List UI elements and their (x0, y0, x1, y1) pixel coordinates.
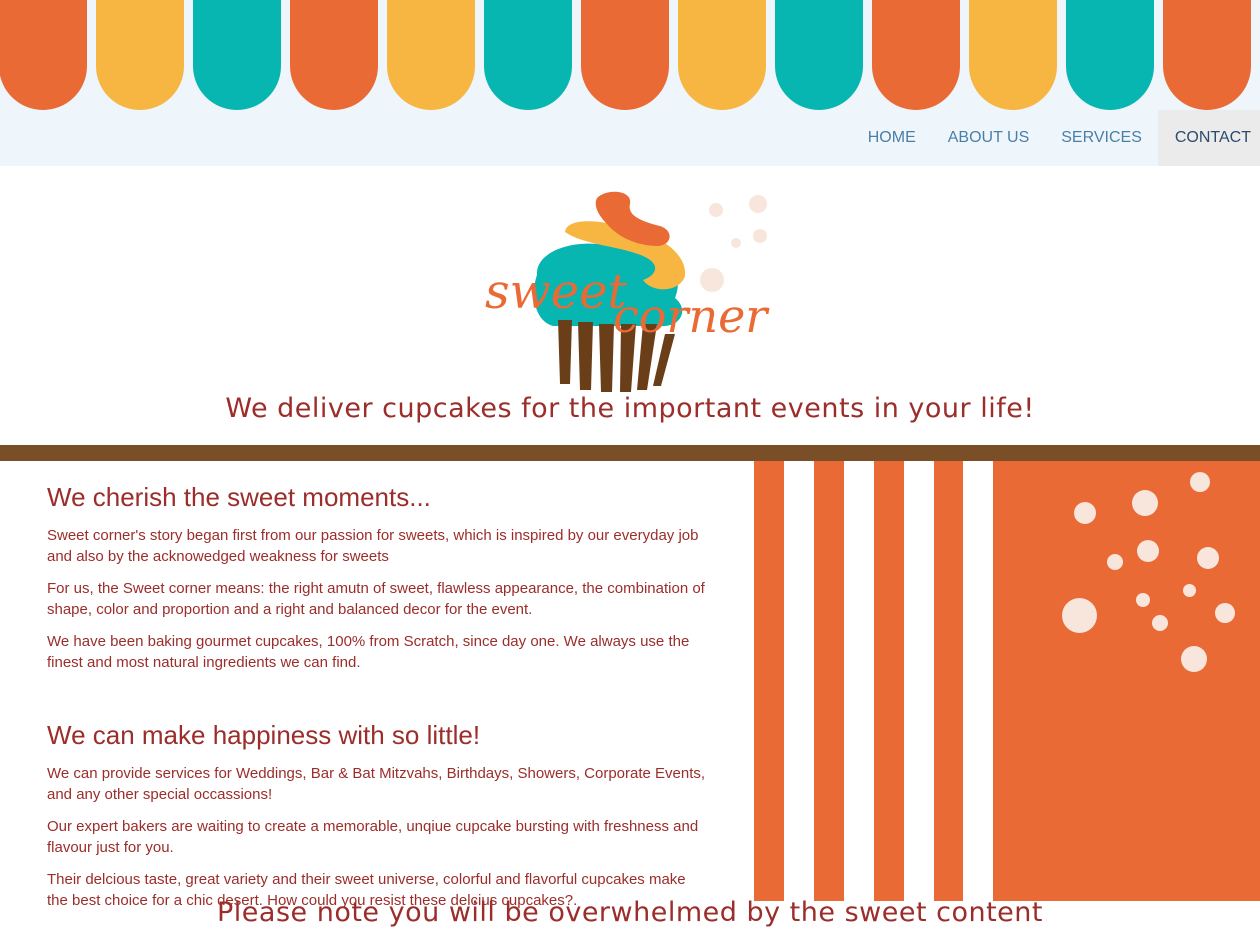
section-paragraph: For us, the Sweet corner means: the righ… (47, 580, 705, 618)
sprinkle-dot (1136, 593, 1150, 607)
sprinkle-dot (1190, 472, 1210, 492)
white-stripe (784, 461, 814, 901)
decorative-stripes-panel (754, 461, 1260, 901)
white-stripe (963, 461, 993, 901)
logo-dot (753, 229, 767, 243)
awning-scallop (872, 0, 960, 110)
logo-wrapper-stripe (599, 324, 614, 392)
sprinkle-dot (1215, 603, 1235, 623)
awning-scallop (0, 0, 87, 110)
nav-about-us-link[interactable]: ABOUT US (932, 110, 1046, 166)
nav-contact-link[interactable]: CONTACT (1157, 110, 1260, 166)
nav-home-link[interactable]: HOME (852, 110, 932, 166)
awning-scallop (290, 0, 378, 110)
logo-wrapper-stripe (578, 322, 593, 390)
section-paragraph: Sweet corner's story began first from ou… (47, 527, 699, 565)
awning-scallop (484, 0, 572, 110)
section-paragraph: We can provide services for Weddings, Ba… (47, 765, 706, 803)
sprinkle-dot (1181, 646, 1207, 672)
main-content: We cherish the sweet moments... Sweet co… (47, 470, 707, 922)
tagline: We deliver cupcakes for the important ev… (225, 393, 1035, 424)
logo-word-corner: corner (613, 289, 770, 343)
awning-scallop (387, 0, 475, 110)
sprinkle-dot (1152, 615, 1168, 631)
sprinkle-dot (1197, 547, 1219, 569)
main-nav: HOME ABOUT US SERVICES CONTACT (852, 110, 1260, 166)
section-paragraph: Our expert bakers are waiting to create … (47, 818, 699, 856)
awning-scallop (193, 0, 281, 110)
awning-scallop (1163, 0, 1251, 110)
white-stripe (844, 461, 874, 901)
sprinkle-dot (1107, 554, 1123, 570)
section-heading: We cherish the sweet moments... (47, 482, 431, 512)
white-stripe (904, 461, 934, 901)
logo-dot (731, 238, 741, 248)
logo-word-sweet: sweet (485, 264, 628, 320)
footer-note: Please note you will be overwhelmed by t… (217, 897, 1043, 928)
sprinkle-dot (1183, 584, 1196, 597)
sprinkle-dot (1137, 540, 1159, 562)
awning-scallop (969, 0, 1057, 110)
sprinkle-dot (1074, 502, 1096, 524)
logo-wrapper-stripe (558, 320, 572, 384)
logo-dot (749, 195, 767, 213)
awning-scallop (96, 0, 184, 110)
divider-band (0, 445, 1260, 461)
sprinkle-dot (1132, 490, 1158, 516)
awning-scallop (1066, 0, 1154, 110)
logo-dot (709, 203, 723, 217)
awning-scallop (775, 0, 863, 110)
nav-services-link[interactable]: SERVICES (1045, 110, 1158, 166)
awning-scallop (581, 0, 669, 110)
section-paragraph: We have been baking gourmet cupcakes, 10… (47, 633, 690, 671)
section-heading: We can make happiness with so little! (47, 720, 481, 750)
awning-scallop (678, 0, 766, 110)
sprinkle-dot (1062, 598, 1097, 633)
cupcake-logo-icon: sweet corner (485, 191, 770, 392)
